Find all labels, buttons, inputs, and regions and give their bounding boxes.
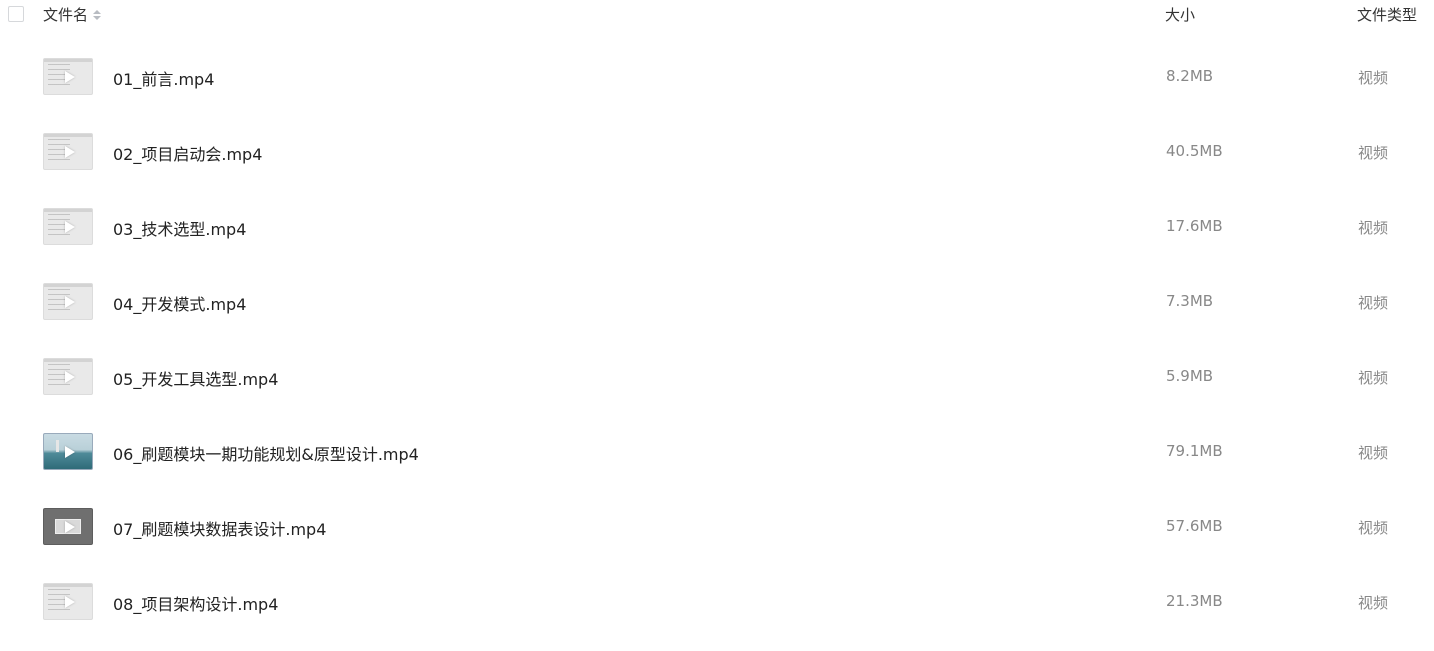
file-type: 视频 — [1358, 369, 1389, 387]
column-header-name[interactable]: 文件名 — [43, 4, 102, 25]
file-type: 视频 — [1358, 594, 1389, 612]
file-name[interactable]: 06_刷题模块一期功能规划&原型设计.mp4 — [113, 441, 419, 465]
play-icon — [65, 221, 75, 233]
file-list-header: 文件名 大小 文件类型 — [0, 0, 1434, 30]
play-icon — [65, 371, 75, 383]
file-size: 17.6MB — [1166, 217, 1223, 235]
file-row[interactable]: 07_刷题模块数据表设计.mp4 57.6MB 视频 — [0, 508, 1434, 583]
column-header-size[interactable]: 大小 — [1165, 4, 1195, 25]
file-row[interactable]: 01_前言.mp4 8.2MB 视频 — [0, 58, 1434, 133]
file-type: 视频 — [1358, 144, 1389, 162]
file-name[interactable]: 02_项目启动会.mp4 — [113, 141, 262, 165]
file-type: 视频 — [1358, 219, 1389, 237]
column-header-name-label: 文件名 — [43, 6, 89, 24]
file-size: 7.3MB — [1166, 292, 1214, 310]
video-thumbnail[interactable] — [43, 133, 93, 170]
play-icon — [65, 71, 75, 83]
file-size: 8.2MB — [1166, 67, 1214, 85]
column-header-type[interactable]: 文件类型 — [1357, 4, 1417, 25]
file-name[interactable]: 05_开发工具选型.mp4 — [113, 366, 278, 390]
video-thumbnail[interactable] — [43, 583, 93, 620]
video-thumbnail[interactable] — [43, 283, 93, 320]
file-size: 21.3MB — [1166, 592, 1223, 610]
file-list: 文件名 大小 文件类型 01_前言.mp4 8.2MB 视频 02_项目启动会.… — [0, 0, 1434, 651]
video-thumbnail[interactable] — [43, 433, 93, 470]
video-thumbnail[interactable] — [43, 208, 93, 245]
file-type: 视频 — [1358, 519, 1389, 537]
file-name[interactable]: 04_开发模式.mp4 — [113, 291, 246, 315]
file-name[interactable]: 03_技术选型.mp4 — [113, 216, 246, 240]
play-icon — [65, 296, 75, 308]
file-name[interactable]: 01_前言.mp4 — [113, 66, 214, 90]
file-row[interactable]: 06_刷题模块一期功能规划&原型设计.mp4 79.1MB 视频 — [0, 433, 1434, 508]
file-name[interactable]: 08_项目架构设计.mp4 — [113, 591, 278, 615]
play-icon — [65, 596, 75, 608]
file-row[interactable]: 02_项目启动会.mp4 40.5MB 视频 — [0, 133, 1434, 208]
file-size: 79.1MB — [1166, 442, 1223, 460]
select-all-checkbox[interactable] — [8, 6, 24, 22]
file-row[interactable]: 08_项目架构设计.mp4 21.3MB 视频 — [0, 583, 1434, 651]
file-type: 视频 — [1358, 294, 1389, 312]
file-type: 视频 — [1358, 444, 1389, 462]
file-name[interactable]: 07_刷题模块数据表设计.mp4 — [113, 516, 326, 540]
play-icon — [65, 521, 75, 533]
file-size: 57.6MB — [1166, 517, 1223, 535]
file-size: 40.5MB — [1166, 142, 1223, 160]
video-thumbnail[interactable] — [43, 58, 93, 95]
video-thumbnail[interactable] — [43, 508, 93, 545]
play-icon — [65, 446, 75, 458]
file-row[interactable]: 04_开发模式.mp4 7.3MB 视频 — [0, 283, 1434, 358]
video-thumbnail[interactable] — [43, 358, 93, 395]
file-row[interactable]: 05_开发工具选型.mp4 5.9MB 视频 — [0, 358, 1434, 433]
file-type: 视频 — [1358, 69, 1389, 87]
file-size: 5.9MB — [1166, 367, 1214, 385]
sort-icon[interactable] — [93, 9, 102, 20]
play-icon — [65, 146, 75, 158]
file-row[interactable]: 03_技术选型.mp4 17.6MB 视频 — [0, 208, 1434, 283]
